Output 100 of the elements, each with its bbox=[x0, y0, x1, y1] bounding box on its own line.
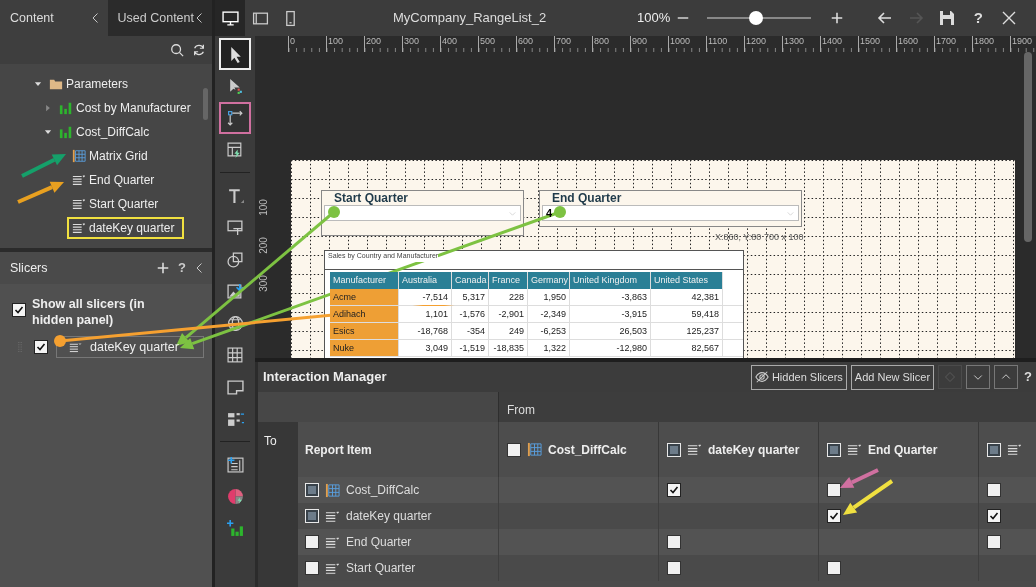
column-header: Cost_DiffCalc bbox=[548, 441, 627, 459]
checkbox[interactable] bbox=[667, 483, 681, 497]
slider-thumb[interactable] bbox=[749, 11, 764, 25]
plus-icon bbox=[156, 261, 171, 275]
interaction-tool-button[interactable] bbox=[219, 102, 251, 134]
checkbox[interactable] bbox=[507, 442, 521, 457]
ruler-label: 1700 bbox=[936, 36, 957, 47]
checkbox[interactable] bbox=[305, 535, 319, 549]
help-button[interactable]: ? bbox=[178, 258, 186, 278]
ruler-label: 500 bbox=[480, 36, 496, 47]
checkbox[interactable] bbox=[987, 483, 1001, 497]
panel-tab[interactable]: Used Content bbox=[107, 0, 212, 36]
tree-item[interactable]: Cost_DiffCalc bbox=[54, 121, 156, 143]
hidden-slicers-button[interactable]: Hidden Slicers bbox=[750, 364, 847, 390]
refresh-button[interactable] bbox=[192, 43, 206, 57]
tree-item[interactable]: Matrix Grid bbox=[67, 145, 154, 167]
move-up-button[interactable] bbox=[994, 365, 1019, 389]
checkbox[interactable] bbox=[987, 509, 1001, 523]
lightning-icon bbox=[226, 141, 244, 159]
tree-item[interactable]: End Quarter bbox=[67, 169, 161, 191]
select-tool-button[interactable] bbox=[219, 38, 251, 70]
position-label: X:860, Y:80 700 x 100 bbox=[715, 231, 804, 244]
globe-icon bbox=[226, 314, 244, 332]
ruler-label: 1600 bbox=[898, 36, 919, 47]
panel-tab[interactable]: Content bbox=[0, 0, 108, 36]
image-icon bbox=[226, 282, 244, 300]
checkbox-label: Show all slicers (in hidden panel) bbox=[32, 296, 146, 328]
checkbox[interactable] bbox=[12, 303, 26, 317]
ruler-label: 1400 bbox=[822, 36, 843, 47]
ruler-label: 300 bbox=[256, 275, 270, 292]
save-button[interactable] bbox=[938, 10, 957, 26]
report-title: MyCompany_RangeList_2 bbox=[393, 9, 548, 28]
ruler-label: 1000 bbox=[670, 36, 691, 47]
report-item: End Quarter bbox=[346, 534, 412, 551]
table-cell: 5,317 bbox=[452, 289, 489, 305]
checkbox[interactable] bbox=[34, 340, 48, 354]
ruler-label: 100 bbox=[256, 199, 270, 216]
table-cell: 228 bbox=[489, 289, 528, 305]
report-add-icon bbox=[226, 455, 244, 473]
help-button[interactable]: ? bbox=[1024, 367, 1032, 387]
close-icon bbox=[1001, 10, 1018, 26]
ruler-label: 300 bbox=[404, 36, 420, 47]
report-item: dateKey quarter bbox=[346, 508, 432, 525]
zoom-in-button[interactable] bbox=[830, 11, 845, 25]
ruler-label: 1300 bbox=[784, 36, 805, 47]
column-header: Manufacturer bbox=[330, 272, 399, 289]
zoom-reading: 100% bbox=[637, 9, 671, 28]
help-button[interactable]: ? bbox=[969, 6, 988, 30]
table-cell: Adihach bbox=[330, 306, 399, 322]
ruler-label: 700 bbox=[556, 36, 572, 47]
column-header: End Quarter bbox=[868, 441, 938, 459]
panel-title: Interaction Manager bbox=[263, 368, 388, 387]
checkbox[interactable] bbox=[987, 535, 1001, 549]
search-icon bbox=[170, 43, 184, 57]
checkbox[interactable] bbox=[827, 509, 841, 523]
ruler-label: 200 bbox=[366, 36, 382, 47]
row-group-header: To bbox=[264, 434, 277, 448]
checkbox[interactable] bbox=[667, 561, 681, 575]
slicer-title: Start Quarter bbox=[334, 191, 409, 205]
ruler-label: 200 bbox=[256, 237, 270, 254]
list-icon bbox=[687, 442, 702, 457]
ruler-label: 0 bbox=[290, 36, 295, 47]
scrollbar[interactable] bbox=[203, 88, 208, 120]
ruler-label: 1200 bbox=[746, 36, 767, 47]
eye-off-icon bbox=[754, 370, 769, 384]
tree-item[interactable]: Parameters bbox=[44, 73, 135, 95]
ruler-label: 1500 bbox=[860, 36, 881, 47]
column-header: Report Item bbox=[305, 441, 372, 459]
list-icon bbox=[1007, 442, 1022, 457]
save-icon bbox=[939, 10, 956, 26]
table-widget[interactable] bbox=[324, 250, 744, 358]
checkbox[interactable] bbox=[827, 561, 841, 575]
device-button[interactable] bbox=[215, 0, 245, 36]
folder-icon bbox=[49, 77, 63, 91]
slicer-widget[interactable]: Start Quarter bbox=[321, 190, 524, 236]
checkbox[interactable] bbox=[305, 561, 319, 575]
monitor-icon bbox=[221, 9, 239, 27]
scrollbar[interactable] bbox=[1024, 52, 1032, 242]
checkbox[interactable] bbox=[827, 483, 841, 497]
column-header: Australia bbox=[399, 272, 452, 289]
tree-item[interactable]: Start Quarter bbox=[67, 193, 165, 215]
ruler-label: 1800 bbox=[974, 36, 995, 47]
arrow-right-icon bbox=[908, 10, 925, 26]
move-down-button[interactable] bbox=[966, 365, 991, 389]
dropdown-field[interactable] bbox=[324, 205, 521, 221]
ruler-label: 900 bbox=[632, 36, 648, 47]
search-button[interactable] bbox=[170, 43, 184, 57]
slicer-title: End Quarter bbox=[552, 191, 622, 205]
note-icon bbox=[226, 378, 244, 396]
ruler-label: 1900 bbox=[1012, 36, 1033, 47]
column-header: dateKey quarter bbox=[708, 441, 800, 459]
table-cell: Nuke bbox=[330, 340, 399, 356]
text-icon bbox=[226, 186, 244, 204]
label-icon bbox=[226, 218, 244, 236]
tree-item[interactable]: Cost by Manufacturer bbox=[54, 97, 197, 119]
add-button[interactable] bbox=[156, 261, 171, 275]
checkbox[interactable] bbox=[667, 535, 681, 549]
add-slicer-button[interactable]: Add New Slicer bbox=[850, 364, 935, 390]
tree-item[interactable]: dateKey quarter bbox=[67, 217, 185, 239]
list-icon bbox=[69, 340, 82, 354]
